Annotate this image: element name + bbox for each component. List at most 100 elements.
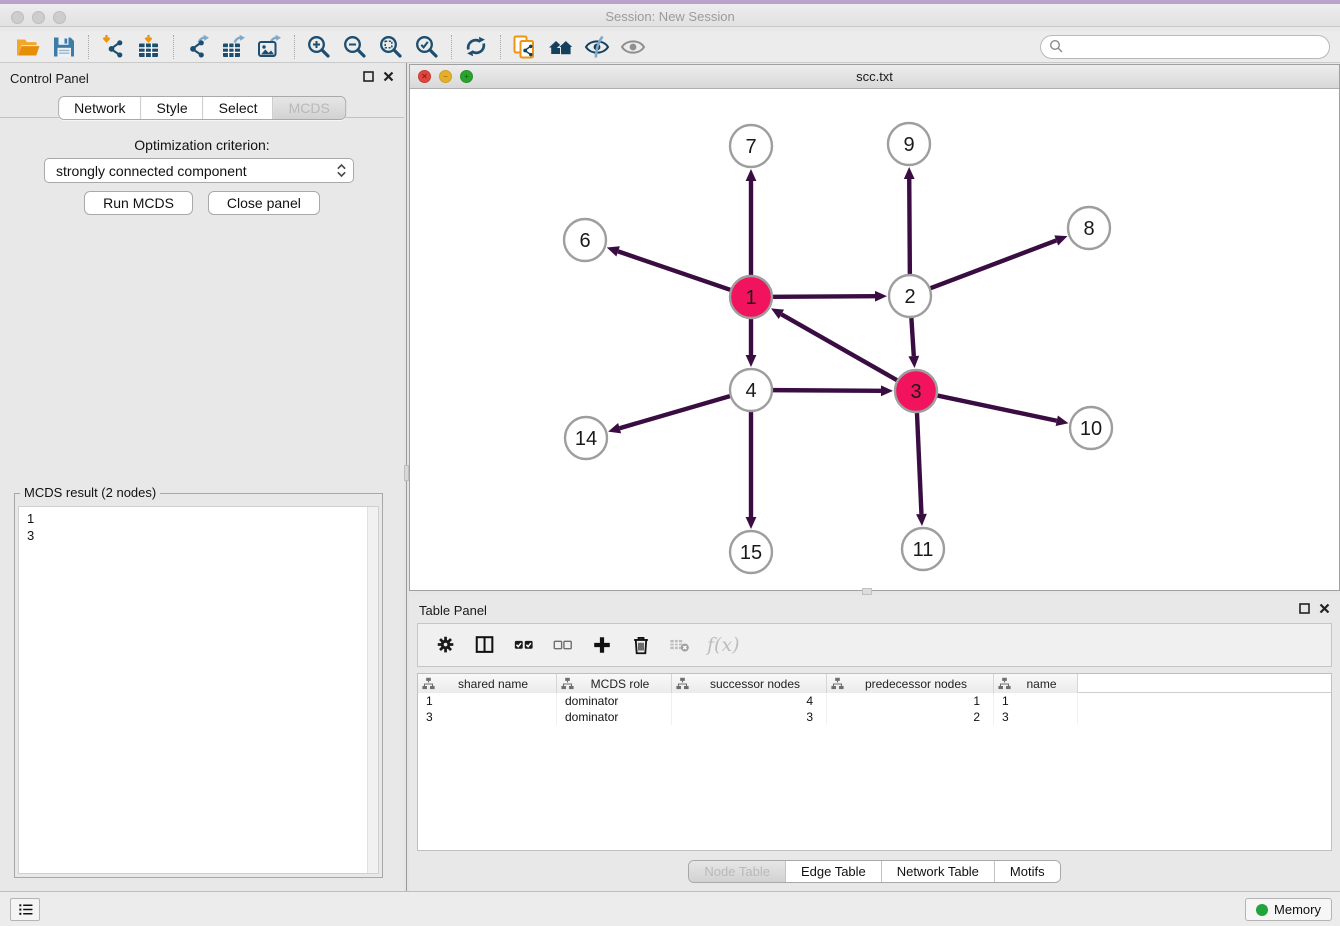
zoom-fit-button[interactable] (373, 32, 409, 62)
float-panel-icon[interactable] (363, 71, 374, 82)
optimization-criterion-label: Optimization criterion: (0, 137, 404, 153)
import-table-button[interactable] (131, 32, 167, 62)
table-cell[interactable]: dominator (557, 709, 672, 725)
table-settings-button[interactable] (434, 633, 458, 657)
mcds-result-textarea[interactable]: 1 3 (18, 506, 379, 874)
graph-node-label-3: 3 (910, 381, 921, 403)
table-cell[interactable]: 3 (672, 709, 827, 725)
edge-4-3[interactable] (773, 390, 881, 391)
export-table-icon (221, 34, 247, 60)
table-cell[interactable]: 4 (672, 693, 827, 709)
export-image-button[interactable] (252, 32, 288, 62)
clear-selection-button[interactable] (551, 633, 575, 657)
column-type-icon (676, 677, 689, 690)
edge-1-6[interactable] (618, 251, 730, 289)
table-cell[interactable]: 1 (994, 693, 1078, 709)
close-panel-button[interactable]: Close panel (208, 191, 320, 215)
zoom-selected-button[interactable] (409, 32, 445, 62)
tab-network-table[interactable]: Network Table (882, 861, 995, 882)
tab-node-table[interactable]: Node Table (689, 861, 786, 882)
table-row[interactable]: 1dominator411 (418, 693, 1331, 709)
memory-button[interactable]: Memory (1245, 898, 1332, 921)
table-toolbar: f(x) (417, 623, 1332, 667)
node-table: shared nameMCDS rolesuccessor nodesprede… (417, 673, 1332, 851)
edge-3-10[interactable] (938, 396, 1057, 421)
split-panel-button[interactable] (473, 633, 497, 657)
close-panel-icon[interactable] (1319, 603, 1330, 614)
delete-column-button[interactable] (629, 633, 653, 657)
tab-edge-table[interactable]: Edge Table (786, 861, 882, 882)
edge-2-3[interactable] (911, 318, 913, 356)
add-column-button[interactable] (590, 633, 614, 657)
column-header-shared-name[interactable]: shared name (418, 674, 557, 693)
result-scrollbar[interactable] (367, 507, 378, 873)
column-header-predecessor-nodes[interactable]: predecessor nodes (827, 674, 994, 693)
list-icon (17, 901, 34, 918)
mcds-result-group: MCDS result (2 nodes) 1 3 (14, 493, 383, 878)
tab-mcds[interactable]: MCDS (274, 97, 345, 119)
delete-column-icon (630, 634, 652, 656)
add-column-icon (591, 634, 613, 656)
main-toolbar (0, 31, 1340, 63)
network-canvas[interactable]: 7968124314101511 (410, 89, 1339, 590)
float-panel-icon[interactable] (1299, 603, 1310, 614)
graph-node-label-15: 15 (740, 542, 762, 564)
table-cell[interactable]: 1 (418, 693, 557, 709)
import-network-button[interactable] (95, 32, 131, 62)
splitter-grip[interactable] (862, 588, 872, 595)
zoom-out-button[interactable] (337, 32, 373, 62)
select-all-button[interactable] (512, 633, 536, 657)
tab-motifs[interactable]: Motifs (995, 861, 1060, 882)
tab-network[interactable]: Network (59, 97, 141, 119)
column-header-name[interactable]: name (994, 674, 1078, 693)
graph-node-label-4: 4 (745, 380, 756, 402)
criterion-dropdown[interactable]: strongly connected component (44, 158, 354, 183)
column-header-MCDS-role[interactable]: MCDS role (557, 674, 672, 693)
search-input[interactable] (1040, 35, 1330, 59)
edge-1-2[interactable] (773, 296, 875, 297)
table-cell[interactable]: 2 (827, 709, 994, 725)
close-panel-icon[interactable] (383, 71, 394, 82)
clear-selection-icon (552, 634, 574, 656)
edge-2-9[interactable] (909, 179, 910, 274)
save-session-button[interactable] (46, 32, 82, 62)
export-table-button[interactable] (216, 32, 252, 62)
status-bar: Memory (0, 891, 1340, 926)
refresh-button[interactable] (458, 32, 494, 62)
zoom-in-button[interactable] (301, 32, 337, 62)
export-network-icon (185, 34, 211, 60)
edge-arrow-1-6 (607, 246, 620, 256)
toolbar-separator (88, 35, 89, 59)
table-cell[interactable]: dominator (557, 693, 672, 709)
run-mcds-button[interactable]: Run MCDS (84, 191, 193, 215)
table-cell[interactable]: 3 (994, 709, 1078, 725)
table-cell[interactable]: 3 (418, 709, 557, 725)
open-session-button[interactable] (10, 32, 46, 62)
table-cell[interactable]: 1 (827, 693, 994, 709)
export-network-button[interactable] (180, 32, 216, 62)
table-row[interactable]: 3dominator323 (418, 709, 1331, 725)
clone-network-button[interactable] (507, 32, 543, 62)
column-header-successor-nodes[interactable]: successor nodes (672, 674, 827, 693)
edge-arrow-4-14 (608, 423, 621, 433)
edge-4-14[interactable] (620, 396, 730, 428)
mcds-result-text: 1 3 (19, 507, 366, 873)
table-tabs: Node TableEdge TableNetwork TableMotifs (688, 860, 1060, 883)
tab-select[interactable]: Select (204, 97, 274, 119)
graph-node-label-7: 7 (745, 136, 756, 158)
edge-3-11[interactable] (917, 413, 921, 514)
network-window-titlebar[interactable]: ✕ − + scc.txt (410, 65, 1339, 89)
edge-2-8[interactable] (931, 240, 1057, 288)
column-type-icon (998, 677, 1011, 690)
edge-3-1[interactable] (781, 314, 896, 380)
task-history-button[interactable] (10, 898, 40, 921)
hide-panels-button[interactable] (579, 32, 615, 62)
edge-arrow-2-9 (904, 167, 915, 179)
search-field[interactable] (1068, 39, 1321, 54)
show-panels-button[interactable] (615, 32, 651, 62)
home-button[interactable] (543, 32, 579, 62)
import-table-icon (136, 34, 162, 60)
tab-style[interactable]: Style (142, 97, 204, 119)
control-panel-title: Control Panel (10, 71, 89, 86)
home-icon (548, 34, 574, 60)
